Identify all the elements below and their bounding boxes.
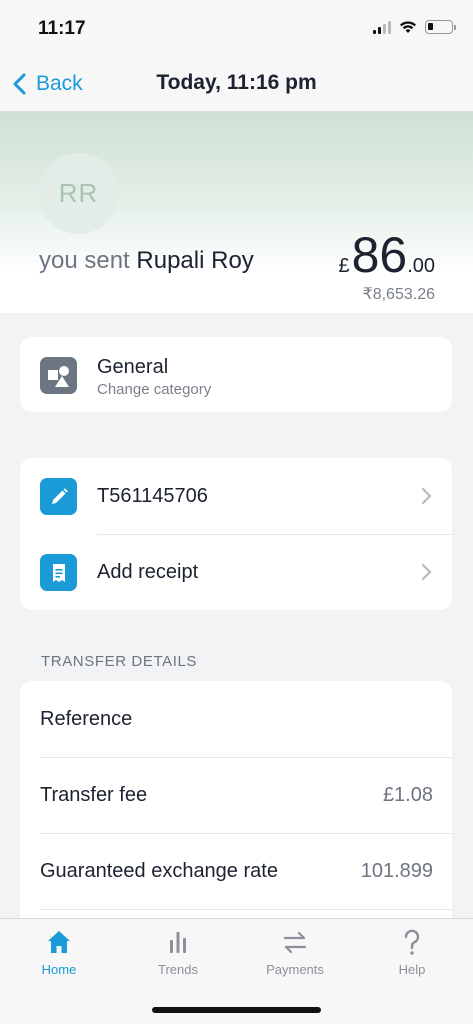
change-category-link[interactable]: Change category bbox=[97, 381, 211, 398]
amount: £ 86 .00 bbox=[338, 226, 435, 284]
category-card[interactable]: General Change category bbox=[20, 337, 452, 412]
avatar: RR bbox=[38, 153, 119, 234]
divider bbox=[40, 909, 452, 910]
detail-label: Reference bbox=[40, 708, 133, 730]
detail-row-reference: Reference bbox=[20, 681, 452, 757]
detail-value: 101.899 bbox=[360, 860, 433, 882]
tab-label: Help bbox=[398, 962, 426, 977]
detail-row-transfer-fee: Transfer fee £1.08 bbox=[20, 757, 452, 833]
sent-prefix: you sent bbox=[39, 247, 130, 274]
tab-label: Payments bbox=[266, 962, 324, 977]
page-title: Today, 11:16 pm bbox=[156, 71, 317, 94]
add-receipt-row[interactable]: Add receipt bbox=[20, 534, 452, 610]
shapes-icon bbox=[40, 357, 77, 394]
receipt-icon bbox=[40, 554, 77, 591]
amount-major: 86 bbox=[351, 227, 408, 283]
nav-bar: Back Today, 11:16 pm bbox=[0, 56, 473, 112]
tab-home[interactable]: Home bbox=[9, 927, 109, 987]
battery-icon bbox=[425, 20, 456, 34]
amount-minor: .00 bbox=[407, 255, 435, 277]
tab-label: Trends bbox=[158, 962, 198, 977]
reference-note-row[interactable]: T561145706 bbox=[20, 458, 452, 534]
sent-line: you sent Rupali Roy bbox=[39, 247, 254, 275]
transfer-details-card: Reference Transfer fee £1.08 Guaranteed … bbox=[20, 681, 452, 941]
chevron-right-icon bbox=[421, 563, 432, 581]
tab-payments[interactable]: Payments bbox=[245, 927, 345, 987]
wifi-icon bbox=[400, 21, 416, 33]
category-title: General bbox=[97, 356, 169, 378]
status-icons bbox=[373, 20, 456, 34]
detail-label: Guaranteed exchange rate bbox=[40, 860, 278, 882]
amount-currency: £ bbox=[338, 255, 350, 277]
status-bar: 11:17 bbox=[0, 0, 473, 56]
reference-note-label: T561145706 bbox=[97, 485, 208, 507]
chevron-right-icon bbox=[421, 487, 432, 505]
actions-card: T561145706 Add receipt bbox=[20, 458, 452, 610]
tab-trends[interactable]: Trends bbox=[128, 927, 228, 987]
detail-value: £1.08 bbox=[382, 784, 433, 806]
pencil-icon bbox=[40, 478, 77, 515]
detail-label: Transfer fee bbox=[40, 784, 148, 806]
cellular-signal-icon bbox=[373, 20, 391, 34]
recipient-name: Rupali Roy bbox=[136, 247, 254, 274]
transaction-header: RR you sent Rupali Roy £ 86 .00 ₹8,653.2… bbox=[0, 112, 473, 313]
home-indicator bbox=[152, 1007, 321, 1013]
transfer-arrows-icon bbox=[283, 931, 307, 954]
add-receipt-label: Add receipt bbox=[97, 561, 199, 583]
bar-chart-icon bbox=[170, 932, 186, 953]
section-title: TRANSFER DETAILS bbox=[41, 653, 198, 670]
amount-converted: ₹8,653.26 bbox=[362, 286, 435, 303]
detail-row-exchange-rate: Guaranteed exchange rate 101.899 bbox=[20, 833, 452, 909]
tab-label: Home bbox=[41, 962, 77, 977]
home-icon bbox=[48, 931, 70, 953]
status-time: 11:17 bbox=[38, 18, 86, 39]
question-icon bbox=[404, 929, 420, 955]
tab-help[interactable]: Help bbox=[362, 927, 462, 987]
